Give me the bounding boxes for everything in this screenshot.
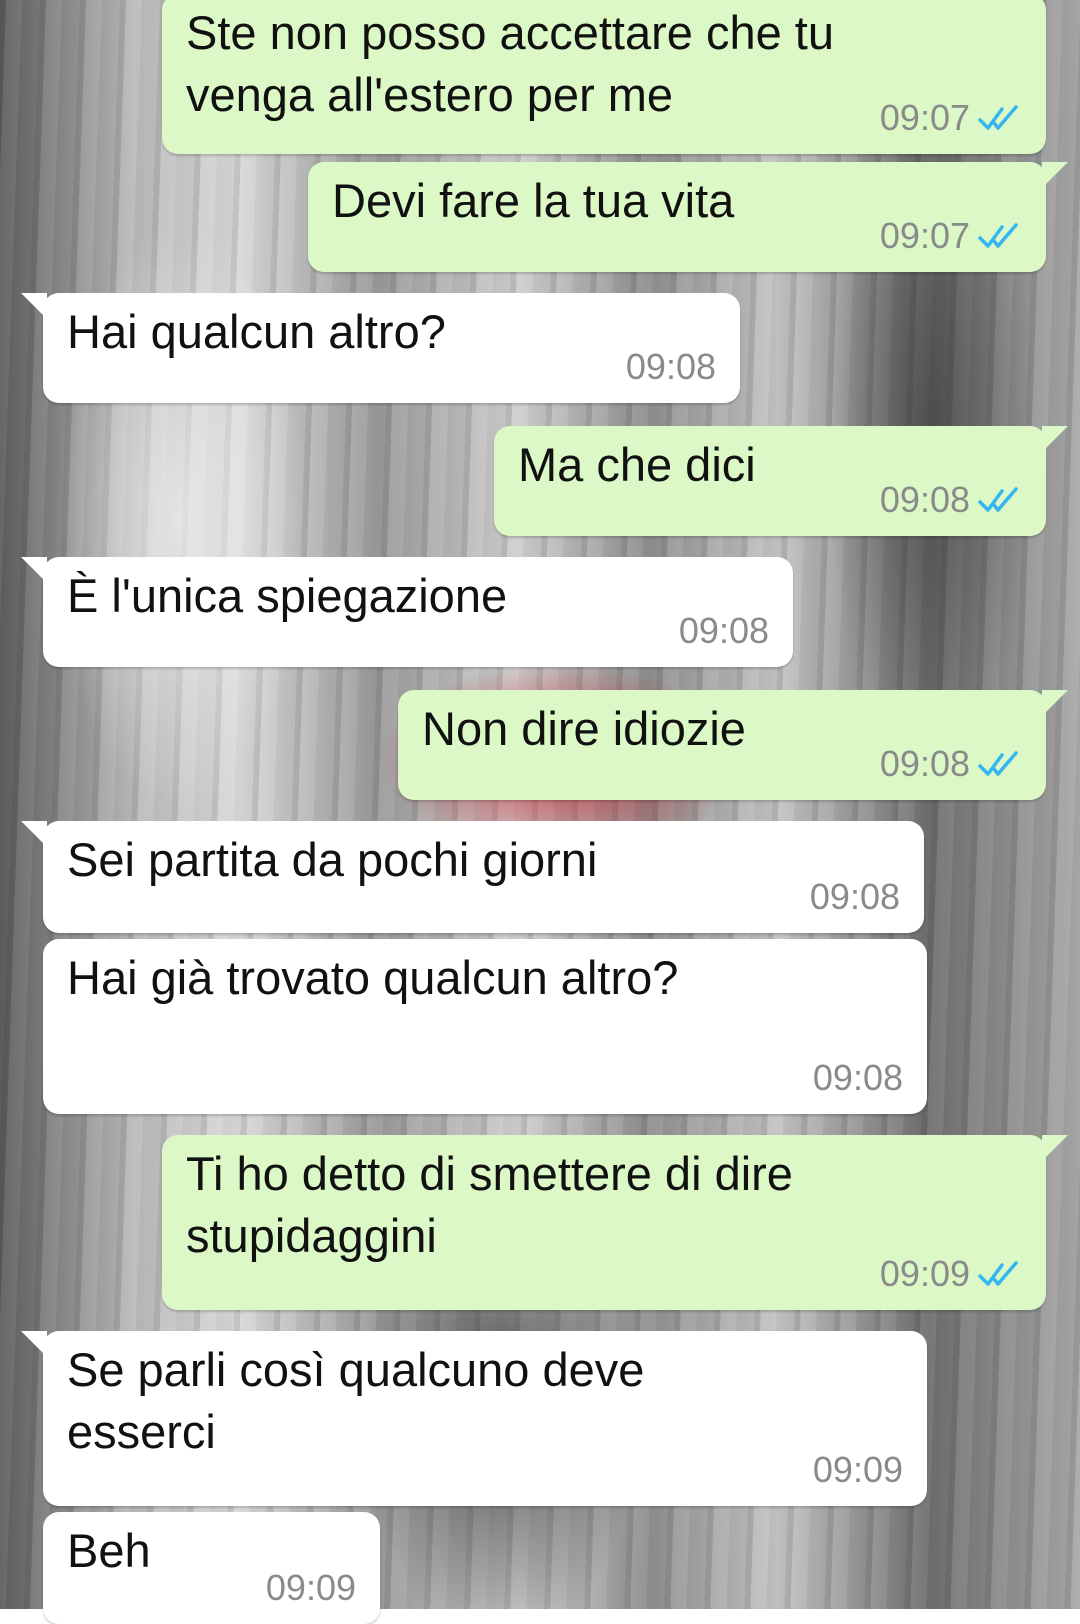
outgoing-message[interactable]: Ste non posso accettare che tu venga all… — [162, 0, 1046, 154]
message-meta: 09:08 — [880, 480, 1022, 520]
message-text: Hai qualcun altro? — [67, 305, 446, 358]
incoming-message[interactable]: È l'unica spiegazione 09:08 — [21, 557, 793, 667]
message-text: È l'unica spiegazione — [67, 569, 508, 622]
outgoing-message[interactable]: Non dire idiozie 09:08 — [398, 690, 1068, 800]
message-text: Ti ho detto di smettere di dire stupidag… — [186, 1147, 793, 1262]
message-text: Sei partita da pochi giorni — [67, 833, 598, 886]
message-time: 09:07 — [879, 97, 970, 138]
double-check-icon — [978, 487, 1018, 512]
message-text: Ma che dici — [518, 438, 756, 491]
message-meta: 09:08 — [679, 611, 769, 651]
message-time: 09:08 — [812, 1057, 903, 1098]
message-text: Non dire idiozie — [422, 702, 746, 755]
double-check-icon — [978, 105, 1018, 130]
message-time: 09:08 — [809, 876, 900, 917]
message-time: 09:08 — [625, 346, 716, 387]
outgoing-message[interactable]: Ti ho detto di smettere di dire stupidag… — [162, 1135, 1068, 1310]
outgoing-message[interactable]: Ma che dici 09:08 — [494, 426, 1068, 536]
message-meta: 09:09 — [880, 1254, 1022, 1294]
message-time: 09:07 — [879, 215, 970, 256]
chat-message-list[interactable]: Ste non posso accettare che tu venga all… — [0, 0, 1080, 1624]
double-check-icon — [978, 751, 1018, 776]
message-text: Beh — [67, 1524, 151, 1577]
message-meta: 09:08 — [813, 1058, 903, 1098]
message-text: Hai già trovato qualcun altro? — [67, 951, 679, 1004]
message-time: 09:08 — [879, 743, 970, 784]
incoming-message[interactable]: Se parli così qualcuno deve esserci 09:0… — [21, 1331, 927, 1506]
message-time: 09:09 — [265, 1567, 356, 1608]
message-meta: 09:08 — [880, 744, 1022, 784]
message-text: Devi fare la tua vita — [332, 174, 735, 227]
message-meta: 09:08 — [626, 347, 716, 387]
message-text: Ste non posso accettare che tu venga all… — [186, 6, 834, 121]
incoming-message[interactable]: Sei partita da pochi giorni 09:08 — [21, 821, 924, 933]
message-meta: 09:08 — [810, 877, 900, 917]
double-check-icon — [978, 223, 1018, 248]
incoming-message[interactable]: Hai qualcun altro? 09:08 — [21, 293, 740, 403]
outgoing-message[interactable]: Devi fare la tua vita 09:07 — [308, 162, 1068, 272]
incoming-message[interactable]: Beh 09:09 — [43, 1512, 380, 1624]
double-check-icon — [978, 1261, 1018, 1286]
incoming-message[interactable]: Hai già trovato qualcun altro? 09:08 — [43, 939, 927, 1114]
message-time: 09:09 — [812, 1449, 903, 1490]
message-text: Se parli così qualcuno deve esserci — [67, 1343, 645, 1458]
message-meta: 09:07 — [880, 216, 1022, 256]
message-meta: 09:09 — [813, 1450, 903, 1490]
message-time: 09:09 — [879, 1253, 970, 1294]
message-time: 09:08 — [678, 610, 769, 651]
message-meta: 09:07 — [880, 98, 1022, 138]
message-meta: 09:09 — [266, 1568, 356, 1608]
message-time: 09:08 — [879, 479, 970, 520]
